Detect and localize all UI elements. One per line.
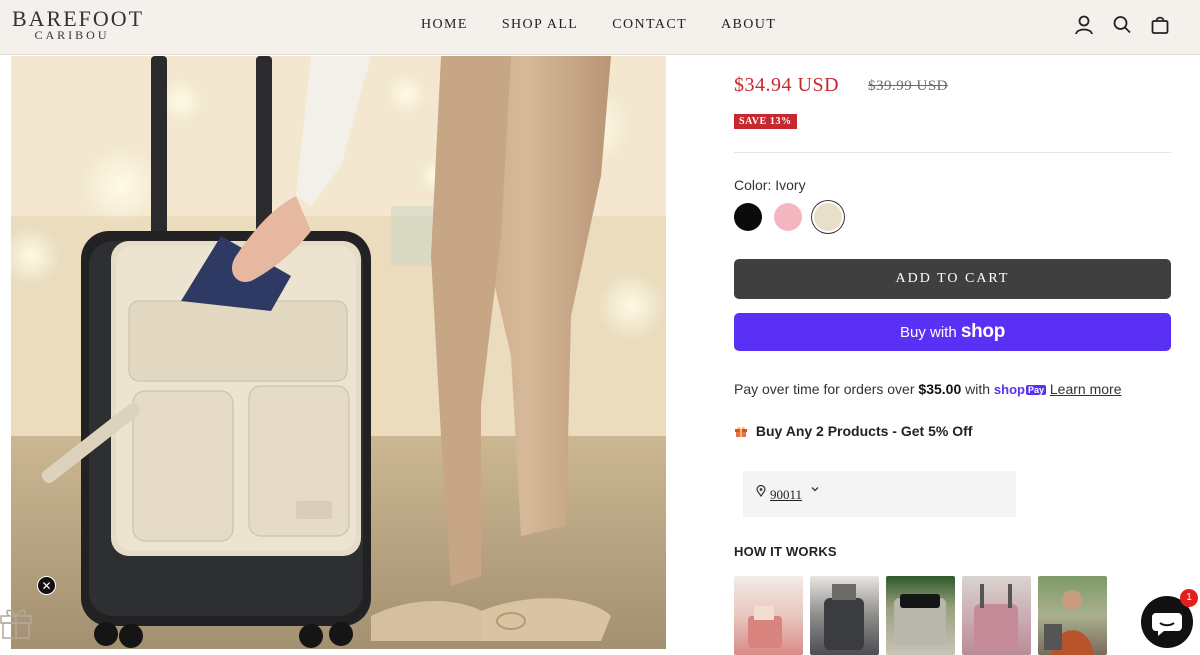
learn-more-link[interactable]: Learn more — [1050, 381, 1122, 397]
price-divider — [734, 152, 1171, 153]
search-icon[interactable] — [1112, 14, 1132, 36]
sale-price: $34.94 USD — [734, 74, 840, 96]
account-icon[interactable] — [1074, 14, 1094, 36]
main-nav: HOME SHOP ALL CONTACT ABOUT — [421, 17, 776, 33]
chat-notification-badge: 1 — [1180, 589, 1198, 607]
nav-home-link[interactable]: HOME — [421, 17, 468, 33]
video-thumbnail-1[interactable] — [734, 576, 803, 655]
swatch-ivory[interactable] — [814, 203, 842, 231]
swatch-pink[interactable] — [774, 203, 802, 231]
buy-with-shop-button[interactable]: Buy with shop — [734, 313, 1171, 351]
bundle-promo: Buy Any 2 Products - Get 5% Off — [734, 423, 972, 439]
gift-icon — [734, 423, 752, 439]
how-it-works-thumbnails — [734, 576, 1107, 655]
site-header: BAREFOOT CARIBOU HOME SHOP ALL CONTACT A… — [0, 0, 1200, 55]
delivery-zip-selector[interactable]: 90011 — [743, 471, 1016, 517]
promo-text: Buy Any 2 Products - Get 5% Off — [755, 423, 973, 439]
shop-pay-badge: Pay — [1025, 385, 1046, 395]
video-thumbnail-4[interactable] — [962, 576, 1031, 655]
header-actions — [1074, 14, 1170, 36]
color-option-label: Color: Ivory — [734, 177, 806, 193]
video-thumbnail-3[interactable] — [886, 576, 955, 655]
nav-about-link[interactable]: ABOUT — [721, 17, 776, 33]
brand-logo[interactable]: BAREFOOT CARIBOU — [12, 6, 145, 42]
how-it-works-heading: HOW IT WORKS — [734, 544, 837, 559]
location-pin-icon — [756, 484, 766, 500]
compare-at-price: $39.99 USD — [868, 78, 949, 94]
shop-pay-logo: shop Pay — [994, 382, 1046, 397]
installments-message: Pay over time for orders over $35.00 wit… — [734, 381, 1121, 397]
zip-code[interactable]: 90011 — [770, 487, 802, 503]
buy-with-label: Buy with — [899, 324, 957, 341]
nav-contact-link[interactable]: CONTACT — [612, 17, 687, 33]
video-thumbnail-5[interactable] — [1038, 576, 1107, 655]
cart-bag-icon[interactable] — [1150, 14, 1170, 36]
add-to-cart-button[interactable]: ADD TO CART — [734, 259, 1171, 299]
color-swatches — [734, 203, 842, 231]
installments-prefix: Pay over time for orders over — [734, 381, 915, 397]
rewards-gift-icon[interactable] — [0, 598, 32, 640]
shop-wordmark: shop — [960, 321, 1006, 342]
shop-pay-wordmark: shop — [993, 382, 1025, 397]
close-icon[interactable]: ✕ — [37, 576, 56, 595]
product-image[interactable] — [11, 56, 666, 649]
installments-amount: $35.00 — [918, 381, 962, 397]
product-photo-illustration — [11, 56, 666, 649]
installments-with: with — [965, 381, 991, 397]
swatch-black[interactable] — [734, 203, 762, 231]
save-badge: SAVE 13% — [734, 114, 797, 129]
chevron-down-icon[interactable] — [811, 485, 819, 496]
brand-logo-line1: BAREFOOT — [12, 6, 145, 31]
nav-shop-all-link[interactable]: SHOP ALL — [502, 17, 578, 33]
video-thumbnail-2[interactable] — [810, 576, 879, 655]
